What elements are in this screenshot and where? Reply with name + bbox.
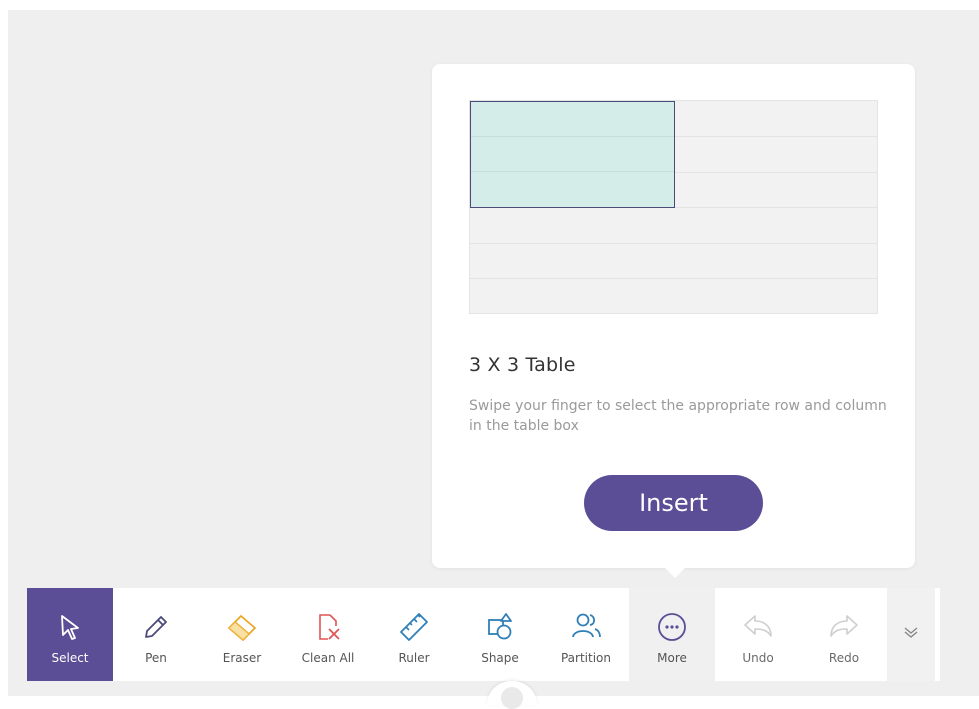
tool-select[interactable]: Select xyxy=(27,588,113,681)
selection-row-line xyxy=(471,136,674,137)
tool-shape[interactable]: Shape xyxy=(457,588,543,681)
chevron-double-down-icon xyxy=(902,624,920,645)
tool-partition[interactable]: Partition xyxy=(543,588,629,681)
tool-clean-all[interactable]: Clean All xyxy=(285,588,371,681)
ruler-icon xyxy=(394,607,434,647)
tool-label: Undo xyxy=(742,651,774,665)
tool-undo[interactable]: Undo xyxy=(715,588,801,681)
eraser-icon xyxy=(222,607,262,647)
tool-label: Ruler xyxy=(398,651,430,665)
tool-eraser[interactable]: Eraser xyxy=(199,588,285,681)
tool-label: Partition xyxy=(560,651,611,665)
tool-pen[interactable]: Pen xyxy=(113,588,199,681)
tool-ruler[interactable]: Ruler xyxy=(371,588,457,681)
table-instructions: Swipe your finger to select the appropri… xyxy=(469,398,887,434)
tool-label: Redo xyxy=(828,651,860,665)
tool-label: Clean All xyxy=(301,651,355,665)
grid-row-line xyxy=(470,278,877,279)
bottom-toolbar: Select Pen Eraser Clean All Ruler Shape xyxy=(27,588,940,681)
selection-row-line xyxy=(471,171,674,172)
select-cursor-icon xyxy=(50,607,90,647)
handle-grip xyxy=(501,687,523,709)
redo-icon xyxy=(824,607,864,647)
pen-icon xyxy=(136,607,176,647)
shape-icon xyxy=(480,607,520,647)
table-size-title: 3 X 3 Table xyxy=(469,354,576,376)
popup-pointer xyxy=(664,567,686,578)
toolbar-collapse-button[interactable] xyxy=(887,588,935,681)
tool-label: More xyxy=(657,651,687,665)
tool-more[interactable]: More xyxy=(629,588,715,681)
tool-label: Eraser xyxy=(222,651,262,665)
undo-icon xyxy=(738,607,778,647)
tool-label: Shape xyxy=(481,651,519,665)
tool-label: Select xyxy=(51,651,89,665)
tool-label: Pen xyxy=(145,651,167,665)
clean-all-icon xyxy=(308,607,348,647)
insert-button[interactable]: Insert xyxy=(584,475,763,531)
grid-selection xyxy=(470,101,675,208)
partition-icon xyxy=(566,607,606,647)
table-size-grid[interactable] xyxy=(469,100,878,314)
more-icon xyxy=(652,607,692,647)
tool-redo[interactable]: Redo xyxy=(801,588,887,681)
grid-row-line xyxy=(470,243,877,244)
